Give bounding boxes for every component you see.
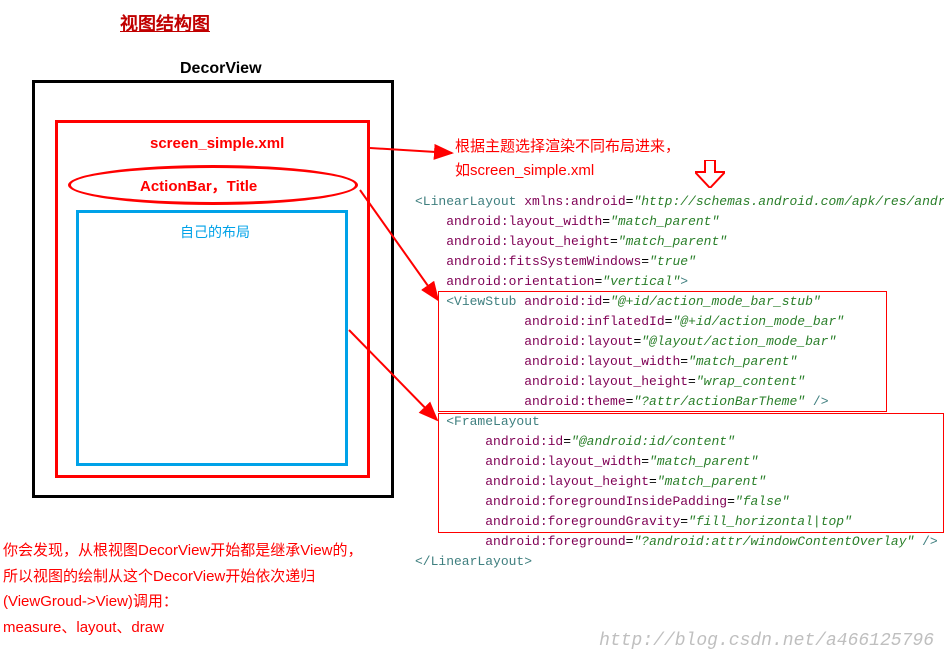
self-layout-box (76, 210, 348, 466)
ll-open: <LinearLayout (415, 194, 524, 209)
close-angle-1: > (680, 274, 688, 289)
right-note-line1: 根据主题选择渲染不同布局进来， (455, 138, 680, 155)
bottom-note-l3: (ViewGroud->View)调用： (3, 593, 178, 610)
xmlns-attr: xmlns:android (524, 194, 625, 209)
down-arrow-icon (695, 160, 725, 188)
watermark: http://blog.csdn.net/a466125796 (599, 631, 934, 651)
fl-f-val: "?android:attr/windowContentOverlay" (633, 534, 914, 549)
xmlns-val: "http://schemas.android.com/apk/res/andr… (633, 194, 944, 209)
lw-val: "match_parent" (610, 214, 719, 229)
bottom-annotation: 你会发现，从根视图DecorView开始都是继承View的， 所以视图的绘制从这… (3, 538, 363, 640)
fl-f-attr: android:foreground (485, 534, 625, 549)
right-note-line2: 如screen_simple.xml (455, 162, 594, 179)
decorview-label: DecorView (180, 60, 262, 78)
actionbar-label: ActionBar，Title (140, 175, 257, 196)
bottom-note-l1: 你会发现，从根视图DecorView开始都是继承View的， (3, 542, 363, 559)
framelayout-highlight-box (438, 413, 944, 533)
right-annotation: 根据主题选择渲染不同布局进来， 如screen_simple.xml (455, 135, 680, 183)
screen-simple-label: screen_simple.xml (150, 135, 284, 152)
fsw-val: "true" (649, 254, 696, 269)
fl-self-close: /> (914, 534, 937, 549)
lh-val: "match_parent" (618, 234, 727, 249)
fsw-attr: android:fitsSystemWindows (446, 254, 641, 269)
bottom-note-l2: 所以视图的绘制从这个DecorView开始依次递归 (3, 568, 315, 585)
lh-attr: android:layout_height (446, 234, 610, 249)
ll-close: </LinearLayout> (415, 554, 532, 569)
diagram-title: 视图结构图 (120, 10, 210, 36)
ori-attr: android:orientation (446, 274, 594, 289)
lw-attr: android:layout_width (446, 214, 602, 229)
ori-val: "vertical" (602, 274, 680, 289)
bottom-note-l4: measure、layout、draw (3, 619, 164, 636)
self-layout-label: 自己的布局 (180, 222, 250, 242)
viewstub-highlight-box (438, 291, 887, 412)
